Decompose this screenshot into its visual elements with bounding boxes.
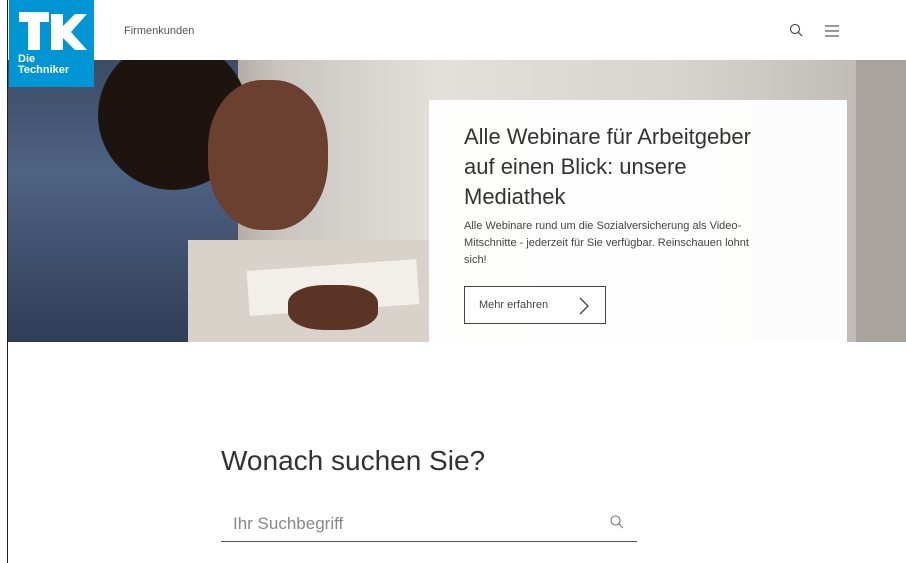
hero-photo-hand bbox=[288, 285, 378, 330]
mehr-erfahren-button[interactable]: Mehr erfahren bbox=[464, 286, 606, 324]
tk-logo[interactable]: Die Techniker bbox=[9, 0, 94, 87]
hero-title: Alle Webinare für Arbeitgeber auf einen … bbox=[464, 124, 751, 209]
site-header: Firmenkunden bbox=[8, 0, 906, 60]
hero-photo-background-right bbox=[856, 60, 906, 342]
search-icon[interactable] bbox=[609, 514, 625, 535]
search-icon[interactable] bbox=[784, 18, 810, 44]
search-heading: Wonach suchen Sie? bbox=[221, 445, 486, 476]
logo-text-techniker: Techniker bbox=[18, 64, 70, 76]
nav-link-firmenkunden[interactable]: Firmenkunden bbox=[124, 25, 194, 37]
hero-text: Alle Webinare rund um die Sozialversiche… bbox=[464, 220, 749, 266]
search-input[interactable] bbox=[231, 511, 595, 537]
menu-icon[interactable] bbox=[819, 18, 845, 44]
hero-teaser-card: Alle Webinare für Arbeitgeber auf einen … bbox=[429, 100, 847, 342]
cta-label: Mehr erfahren bbox=[479, 299, 549, 311]
tk-logo-mark-icon bbox=[19, 12, 87, 50]
search-field bbox=[221, 505, 637, 542]
chevron-right-icon bbox=[579, 297, 589, 315]
hero-photo-face bbox=[208, 80, 328, 230]
